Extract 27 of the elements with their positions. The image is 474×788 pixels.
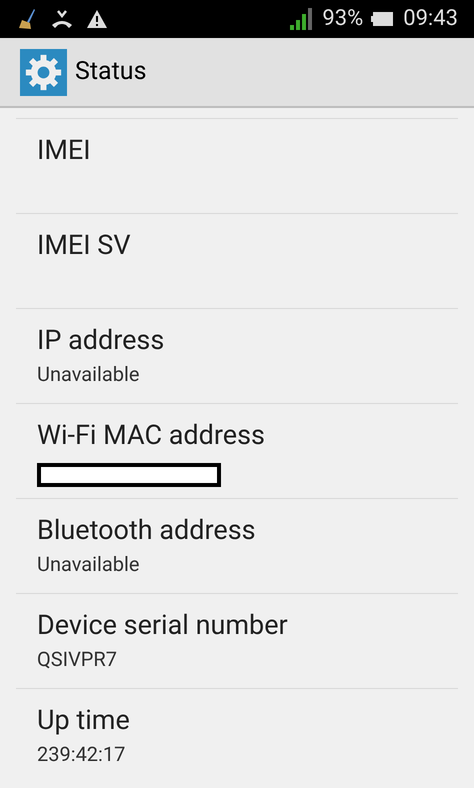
item-title: IP address	[37, 327, 164, 354]
warning-icon	[86, 9, 108, 29]
status-item[interactable]: IMEI	[16, 118, 458, 213]
status-item[interactable]: Device serial number QSIVPR7	[16, 593, 458, 688]
item-value: 239:42:17	[37, 744, 126, 764]
status-item[interactable]: Up time 239:42:17	[16, 688, 458, 783]
clock-time: 09:43	[403, 8, 458, 30]
broom-icon	[16, 8, 38, 30]
item-title: Device serial number	[37, 612, 288, 639]
screen-title: Status	[75, 56, 146, 88]
status-item[interactable]: IMEI SV	[16, 213, 458, 308]
status-item[interactable]: IP address Unavailable	[16, 308, 458, 403]
item-title: IMEI	[37, 137, 91, 164]
item-title: Wi-Fi MAC address	[37, 422, 265, 449]
missed-call-icon	[50, 8, 74, 30]
battery-percent: 93%	[322, 8, 364, 30]
item-value: Unavailable	[37, 364, 140, 384]
settings-icon	[20, 48, 67, 96]
item-title: Bluetooth address	[37, 517, 256, 544]
status-item[interactable]: Bluetooth address Unavailable	[16, 498, 458, 593]
item-title: Up time	[37, 707, 130, 734]
battery-icon	[371, 11, 394, 27]
status-item[interactable]: Wi-Fi MAC address	[16, 403, 458, 498]
item-value: QSIVPR7	[37, 649, 117, 669]
item-value: Unavailable	[37, 554, 140, 574]
item-title: IMEI SV	[37, 232, 131, 259]
signal-icon	[290, 7, 312, 31]
